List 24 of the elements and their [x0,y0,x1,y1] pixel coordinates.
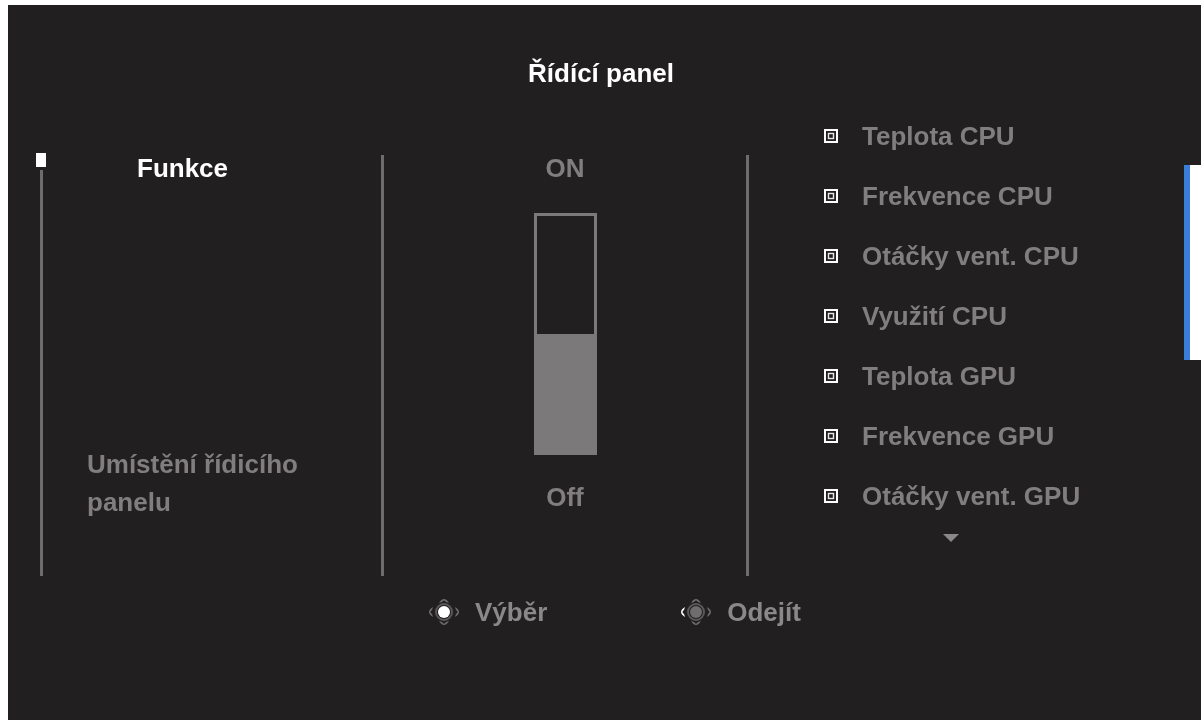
checkbox[interactable] [824,129,838,143]
checkbox[interactable] [824,309,838,323]
switch-track[interactable] [533,213,597,455]
option-label: Teplota GPU [862,361,1017,391]
option-label: Frekvence CPU [862,181,1053,211]
caret-down-icon[interactable] [943,534,959,542]
checkbox[interactable] [824,429,838,443]
checkbox[interactable] [824,369,838,383]
switch-label: ON [545,153,585,183]
option-label: Využití CPU [862,301,1007,331]
scroll-thumb [36,153,46,167]
option-label: Teplota CPU [862,121,1015,151]
hint-label: Výběr [475,597,548,627]
option-label: Otáčky vent. GPU [862,481,1081,511]
hint-label: Odejít [727,597,801,627]
menu-item[interactable]: Umístění řídicího panelu [87,445,337,521]
checkbox[interactable] [824,249,838,263]
checkbox[interactable] [824,189,838,203]
checkbox[interactable] [824,489,838,503]
window-title: Řídící panel [527,58,675,88]
switch-label: Off [546,482,584,512]
option-label: Frekvence GPU [862,421,1055,451]
option-label: Otáčky vent. CPU [862,241,1079,271]
menu-item[interactable]: Funkce [137,153,229,183]
